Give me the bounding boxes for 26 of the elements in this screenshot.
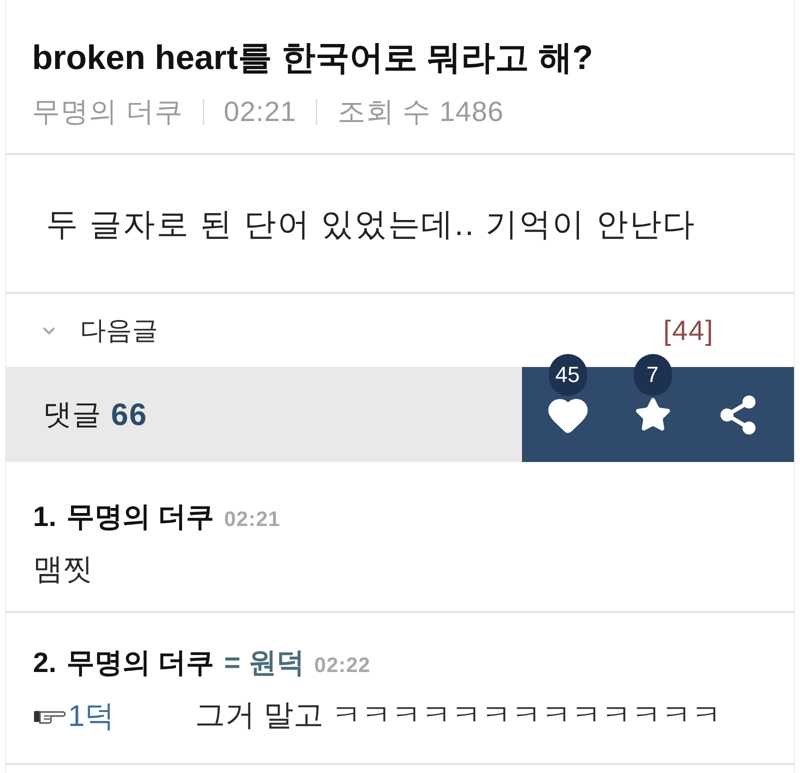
comment-number: 1. — [33, 500, 56, 534]
comments-count: 66 — [111, 396, 148, 432]
favorite-count-badge: 7 — [634, 354, 672, 396]
comment-author: 무명의 더쿠 — [66, 646, 214, 680]
favorite-button[interactable] — [634, 396, 672, 434]
comment-text: 그거 말고 ㅋㅋㅋㅋㅋㅋㅋㅋㅋㅋㅋㅋㅋ — [195, 698, 722, 734]
share-icon — [718, 394, 756, 434]
reply-reference-link[interactable]: 1덕 — [68, 696, 115, 736]
like-count-badge: 45 — [548, 354, 586, 396]
next-post-link[interactable]: 다음글 — [40, 313, 158, 348]
post-views: 조회 수 1486 — [337, 95, 504, 129]
comment-author: 무명의 더쿠 — [66, 500, 214, 534]
post-time: 02:21 — [224, 95, 296, 129]
comments-label: 댓글 — [43, 398, 101, 432]
pointing-hand-icon — [33, 708, 67, 724]
post-body-text: 두 글자로 된 단어 있었는데.. 기억이 안난다 — [46, 204, 696, 242]
next-post-comment-count: [44] — [663, 314, 714, 346]
comment-number: 2. — [33, 646, 56, 680]
post-author: 무명의 더쿠 — [32, 95, 183, 129]
share-button[interactable] — [718, 394, 756, 434]
author-tag: = 원덕 — [224, 646, 304, 680]
comment-time: 02:21 — [224, 507, 280, 533]
comment-time: 02:22 — [314, 653, 370, 679]
comment-text: 맴찟 — [33, 552, 93, 588]
star-icon — [634, 396, 672, 434]
post-title: broken heart를 한국어로 뭐라고 해? — [32, 40, 594, 76]
